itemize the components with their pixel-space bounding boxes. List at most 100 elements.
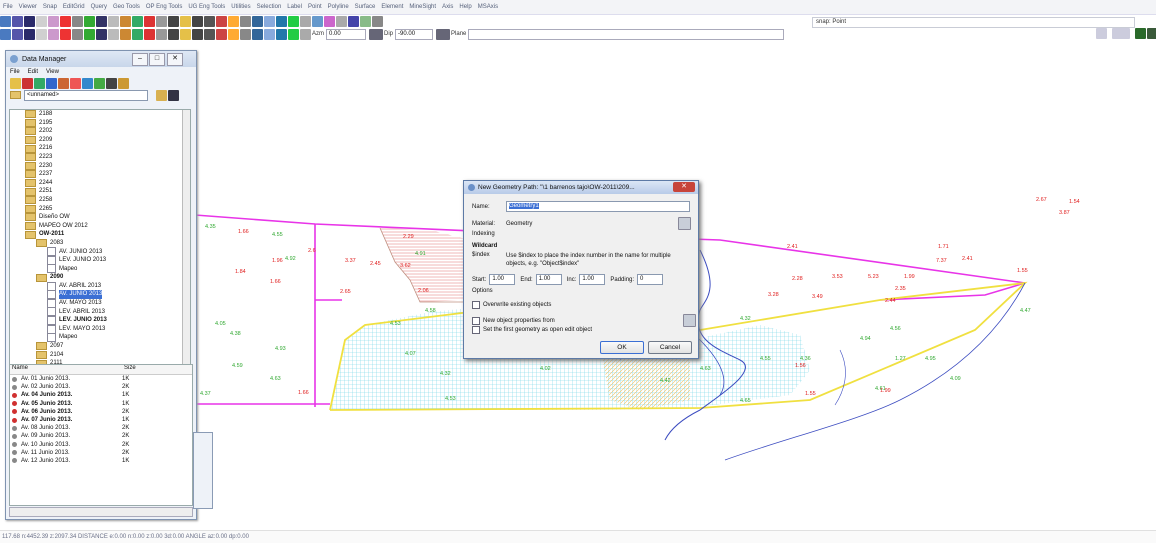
tree-item[interactable]: 2258 — [10, 196, 190, 205]
tree-item[interactable]: OW-2011 — [10, 230, 190, 239]
tree-item[interactable]: 2104 — [10, 350, 190, 360]
tree-item[interactable]: 2244 — [10, 179, 190, 188]
pin-icon — [12, 409, 17, 415]
pin-icon — [12, 392, 17, 398]
material-browse-icon[interactable] — [678, 217, 691, 230]
app-icon — [10, 55, 18, 63]
drill-label: 3.49 — [812, 294, 823, 300]
minimize-button[interactable]: – — [132, 53, 148, 66]
list-item[interactable]: Av. 05 Junio 2013. 1K — [10, 400, 192, 408]
start-input[interactable]: 1.00 — [489, 274, 516, 285]
list-header: Name Size — [10, 365, 192, 375]
cancel-button[interactable]: Cancel — [648, 341, 692, 354]
tree-item-label: OW-2011 — [39, 231, 65, 238]
dm-toolbar-icon[interactable] — [106, 77, 117, 89]
list-item-name: Av. 04 Junio 2013. — [21, 392, 73, 399]
drill-label: 4.63 — [700, 366, 711, 372]
list-item[interactable]: Av. 02 Junio 2013. 2K — [10, 383, 192, 391]
geometry-name-input[interactable]: Geometry1 — [506, 201, 690, 212]
drill-label: 2.44 — [885, 298, 896, 304]
list-item[interactable]: Av. 08 Junio 2013. 2K — [10, 424, 192, 432]
drill-label: 4.55 — [760, 356, 771, 362]
tree-item[interactable]: 2090 — [10, 273, 190, 282]
name-row: <unnamed> — [6, 89, 196, 101]
tree-item[interactable]: 2230 — [10, 161, 190, 171]
tree-item[interactable]: 2216 — [10, 144, 190, 153]
tree-item[interactable]: 2265 — [10, 204, 190, 214]
folder-icon — [36, 342, 47, 351]
overwrite-checkbox[interactable] — [472, 301, 480, 309]
dm-toolbar-icon[interactable] — [70, 77, 81, 89]
drill-label: 2.41 — [787, 244, 798, 250]
dm-toolbar-icon[interactable] — [46, 77, 57, 89]
menu-edit[interactable]: Edit — [28, 69, 38, 75]
dm-toolbar-icon[interactable] — [10, 77, 21, 89]
dm-toolbar-icon[interactable] — [94, 77, 105, 89]
drill-label: 4.42 — [660, 378, 671, 384]
tree-item[interactable]: LEV. MAYO 2013 — [10, 324, 190, 334]
tree-item[interactable]: Diseño OW — [10, 213, 190, 222]
tree-item[interactable]: 2188 — [10, 110, 190, 119]
list-item[interactable]: Av. 06 Junio 2013. 2K — [10, 408, 192, 416]
ok-button[interactable]: OK — [600, 341, 644, 354]
padding-input[interactable]: 0 — [637, 274, 664, 285]
list-item[interactable]: Av. 04 Junio 2013. 1K — [10, 391, 192, 399]
dm-toolbar-icon[interactable] — [82, 77, 93, 89]
tree-item[interactable]: LEV. ABRIL 2013 — [10, 307, 190, 317]
tree-item[interactable]: LEV. JUNIO 2013 — [10, 255, 190, 265]
list-item[interactable]: Av. 12 Junio 2013. 1K — [10, 457, 192, 465]
tree-item[interactable]: MAPEO OW 2012 — [10, 222, 190, 231]
list-item-name: Av. 12 Junio 2013. — [21, 457, 71, 464]
menu-file[interactable]: File — [10, 69, 20, 75]
list-item[interactable]: Av. 10 Junio 2013. 2K — [10, 441, 192, 449]
drill-label: 3.62 — [400, 263, 411, 269]
tree-item[interactable]: 2195 — [10, 118, 190, 128]
close-button[interactable]: ✕ — [167, 53, 183, 66]
status-bar: 117.68 n:4452.39 z:2097.34 DISTANCE e:0.… — [0, 530, 1156, 543]
drill-label: 3.28 — [768, 292, 779, 298]
tree-item[interactable]: 2083 — [10, 239, 190, 248]
tree-item[interactable]: AV. JUNIO 2013 — [10, 247, 190, 257]
tree-item[interactable]: Mapeo — [10, 333, 190, 343]
tree-item[interactable]: 2097 — [10, 342, 190, 351]
tree-item[interactable]: AV. JUNIO 2013 — [10, 290, 190, 300]
indexing-label: Indexing — [472, 231, 495, 237]
dm-toolbar-icon[interactable] — [34, 77, 45, 89]
tree-item[interactable]: 2202 — [10, 127, 190, 136]
dm-toolbar-icon[interactable] — [22, 77, 33, 89]
dm-toolbar-icon[interactable] — [58, 77, 69, 89]
save-icon[interactable] — [168, 89, 179, 101]
horizontal-scrollbar[interactable] — [9, 507, 193, 517]
tree-item-label: AV. JUNIO 2013 — [59, 290, 103, 300]
header-name[interactable]: Name — [10, 365, 124, 374]
dm-toolbar-icon[interactable] — [118, 77, 129, 89]
object-name-field[interactable]: <unnamed> — [24, 89, 148, 101]
tree-item[interactable]: 2251 — [10, 187, 190, 196]
newprops-browse-icon[interactable] — [683, 314, 696, 327]
list-item[interactable]: Av. 11 Junio 2013. 2K — [10, 449, 192, 457]
tree-item[interactable]: 2209 — [10, 136, 190, 145]
setfirst-checkbox[interactable] — [472, 326, 480, 334]
list-item[interactable]: Av. 07 Junio 2013. 1K — [10, 416, 192, 424]
tree-item[interactable]: 2237 — [10, 170, 190, 179]
menu-view[interactable]: View — [46, 69, 59, 75]
tree-item[interactable]: AV. ABRIL 2013 — [10, 281, 190, 291]
tree-item[interactable]: AV. MAYO 2013 — [10, 298, 190, 308]
pin-icon — [12, 433, 17, 439]
drill-label: 1.55 — [1017, 268, 1028, 274]
tree-item[interactable]: Mapeo — [10, 264, 190, 274]
list-item-size: 1K — [122, 376, 130, 382]
maximize-button[interactable]: □ — [149, 53, 165, 66]
tree-item[interactable]: LEV. JUNIO 2013 — [10, 316, 190, 326]
list-item-size: 2K — [122, 384, 130, 391]
newprops-checkbox[interactable] — [472, 316, 480, 325]
tree-item[interactable]: 2223 — [10, 153, 190, 162]
header-size[interactable]: Size — [124, 365, 174, 374]
end-input[interactable]: 1.00 — [535, 274, 562, 285]
inc-input[interactable]: 1.00 — [579, 274, 606, 285]
open-folder-icon[interactable] — [156, 89, 167, 101]
list-item[interactable]: Av. 09 Junio 2013. 2K — [10, 432, 192, 440]
list-item[interactable]: Av. 01 Junio 2013. 1K — [10, 375, 192, 383]
dialog-close-button[interactable]: ✕ — [673, 182, 695, 192]
file-list[interactable]: Name Size Av. 01 Junio 2013. 1K Av. 02 Jun… — [9, 364, 193, 506]
